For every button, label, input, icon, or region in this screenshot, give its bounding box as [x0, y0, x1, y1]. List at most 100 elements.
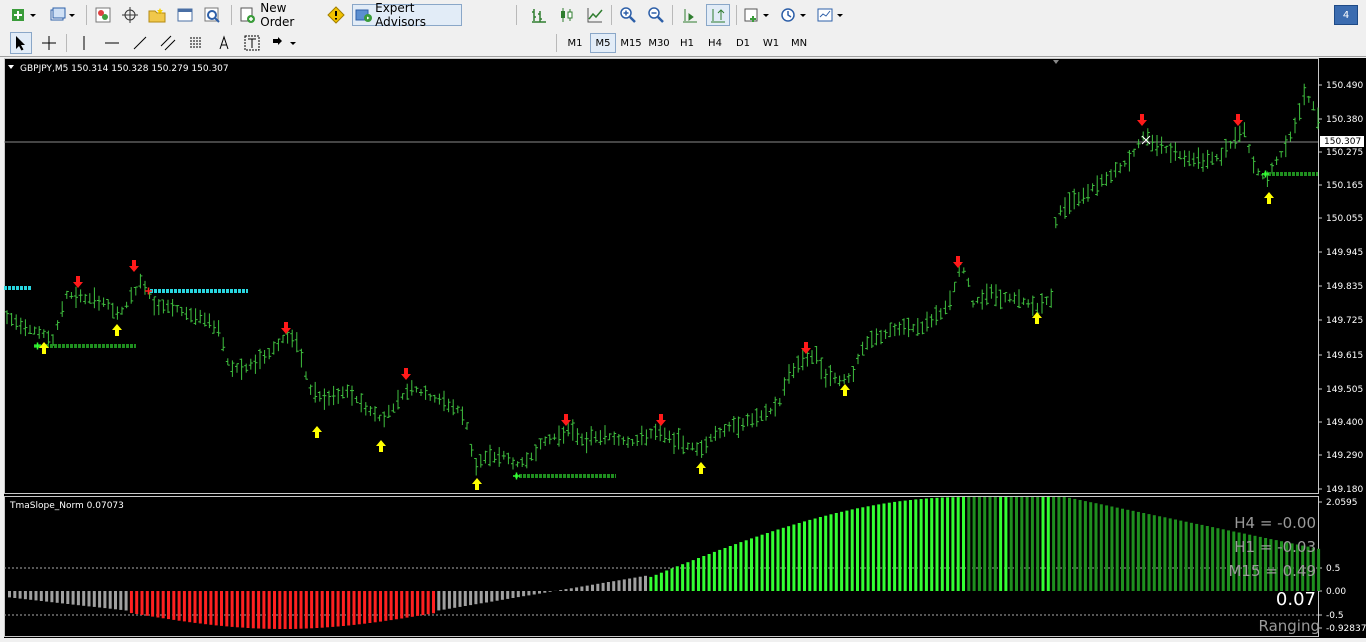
fibonacci-tool[interactable]: [185, 32, 207, 54]
histogram-bar: [533, 591, 536, 595]
histogram-bar: [1126, 510, 1129, 591]
timeframe-d1[interactable]: D1: [730, 33, 756, 53]
timeframe-mn[interactable]: MN: [786, 33, 812, 53]
histogram-bar: [1185, 522, 1188, 591]
histogram-bar: [411, 591, 414, 617]
cursor-tool[interactable]: [10, 32, 32, 54]
terminal-button[interactable]: [174, 4, 196, 26]
vertical-line-tool[interactable]: [73, 32, 95, 54]
crosshair-tool[interactable]: [38, 32, 60, 54]
histogram-bar: [29, 591, 32, 600]
histogram-bar: [856, 508, 859, 591]
chart-canvas[interactable]: GBPJPY,M5 150.314 150.328 150.279 150.30…: [4, 58, 1366, 638]
histogram-bar: [337, 591, 340, 627]
histogram-bar: [565, 589, 568, 591]
histogram-bar: [1026, 497, 1029, 591]
trendline-tool[interactable]: [129, 32, 151, 54]
window-number-badge[interactable]: 4: [1334, 5, 1358, 25]
buy-arrow: [1264, 192, 1274, 204]
histogram-bar: [1110, 507, 1113, 592]
bar-chart-button[interactable]: [528, 4, 550, 26]
histogram-bar: [861, 507, 864, 591]
trend-status-text: Ranging: [1258, 617, 1320, 635]
histogram-bar: [734, 544, 737, 591]
alert-button[interactable]: [325, 4, 347, 26]
histogram-bar: [443, 591, 446, 610]
equidistant-channel-tool[interactable]: [157, 32, 179, 54]
histogram-bar: [379, 591, 382, 622]
histogram-bar: [294, 591, 297, 629]
histogram-bar: [792, 525, 795, 592]
timeframe-h1[interactable]: H1: [674, 33, 700, 53]
histogram-bar: [618, 580, 621, 591]
templates-button[interactable]: [816, 4, 848, 26]
cursor-icon: [14, 35, 28, 51]
zoom-out-icon: [647, 6, 665, 24]
timeframe-m1[interactable]: M1: [562, 33, 588, 53]
histogram-bar: [1089, 502, 1092, 591]
data-window-button[interactable]: [119, 4, 141, 26]
timeframe-m5[interactable]: M5: [590, 33, 616, 53]
market-watch-button[interactable]: [92, 4, 114, 26]
indicators-button[interactable]: [742, 4, 774, 26]
histogram-bar: [358, 591, 361, 624]
sell-arrow: [561, 414, 571, 426]
histogram-bar: [686, 562, 689, 591]
navigator-button[interactable]: [146, 4, 168, 26]
price-tick-label: 149.725: [1326, 316, 1363, 326]
chart-shift-icon: [709, 6, 727, 24]
histogram-bar: [655, 575, 658, 591]
histogram-bar: [1317, 549, 1320, 591]
horizontal-line-tool[interactable]: [101, 32, 123, 54]
profiles-button[interactable]: [48, 4, 80, 26]
vertical-line-icon: [76, 35, 92, 51]
histogram-bar: [331, 591, 334, 627]
auto-scroll-button[interactable]: [679, 4, 701, 26]
indicator-tick-label: 0.5: [1326, 564, 1340, 574]
new-order-icon: [238, 6, 257, 24]
histogram-bar: [835, 513, 838, 591]
new-chart-icon: [10, 6, 40, 24]
histogram-bar: [845, 511, 848, 591]
histogram-bar: [273, 591, 276, 629]
chart-window[interactable]: GBPJPY,M5 150.314 150.328 150.279 150.30…: [4, 58, 1366, 638]
timeframe-w1[interactable]: W1: [758, 33, 784, 53]
buy-arrow: [696, 462, 706, 474]
text-tool[interactable]: [213, 32, 235, 54]
histogram-bar: [1190, 523, 1193, 591]
histogram-bar: [501, 591, 504, 600]
zoom-in-button[interactable]: [617, 4, 639, 26]
zoom-in-icon: [619, 6, 637, 24]
chart-shift-button[interactable]: [706, 4, 730, 26]
text-label-tool[interactable]: [241, 32, 263, 54]
new-order-button[interactable]: New Order: [238, 4, 322, 26]
timeframe-m30[interactable]: M30: [646, 33, 672, 53]
timeframe-h4[interactable]: H4: [702, 33, 728, 53]
histogram-bar: [114, 591, 117, 609]
histogram-bar: [300, 591, 303, 629]
new-chart-button[interactable]: [8, 4, 42, 26]
expert-advisors-button[interactable]: Expert Advisors: [352, 4, 462, 26]
histogram-bar: [480, 591, 483, 603]
strategy-tester-button[interactable]: [201, 4, 223, 26]
zoom-out-button[interactable]: [645, 4, 667, 26]
histogram-bar: [82, 591, 85, 606]
histogram-bar: [543, 591, 546, 593]
histogram-bar: [941, 498, 944, 592]
buy-arrow: [1032, 312, 1042, 324]
histogram-bar: [1004, 497, 1007, 591]
histogram-bar: [93, 591, 96, 607]
arrows-icon: [270, 35, 300, 51]
arrows-tool[interactable]: [269, 32, 301, 54]
indicator-header: TmaSlope_Norm 0.07073: [9, 501, 124, 511]
line-chart-button[interactable]: [584, 4, 606, 26]
histogram-bar: [1216, 528, 1219, 591]
candlestick-button[interactable]: [556, 4, 578, 26]
indicator-tick-label: 2.0595: [1326, 498, 1358, 508]
histogram-bar: [1137, 512, 1140, 591]
histogram-bar: [103, 591, 106, 608]
histogram-bar: [612, 581, 615, 591]
timeframe-m15[interactable]: M15: [618, 33, 644, 53]
periods-button[interactable]: [779, 4, 811, 26]
histogram-bar: [188, 591, 191, 622]
